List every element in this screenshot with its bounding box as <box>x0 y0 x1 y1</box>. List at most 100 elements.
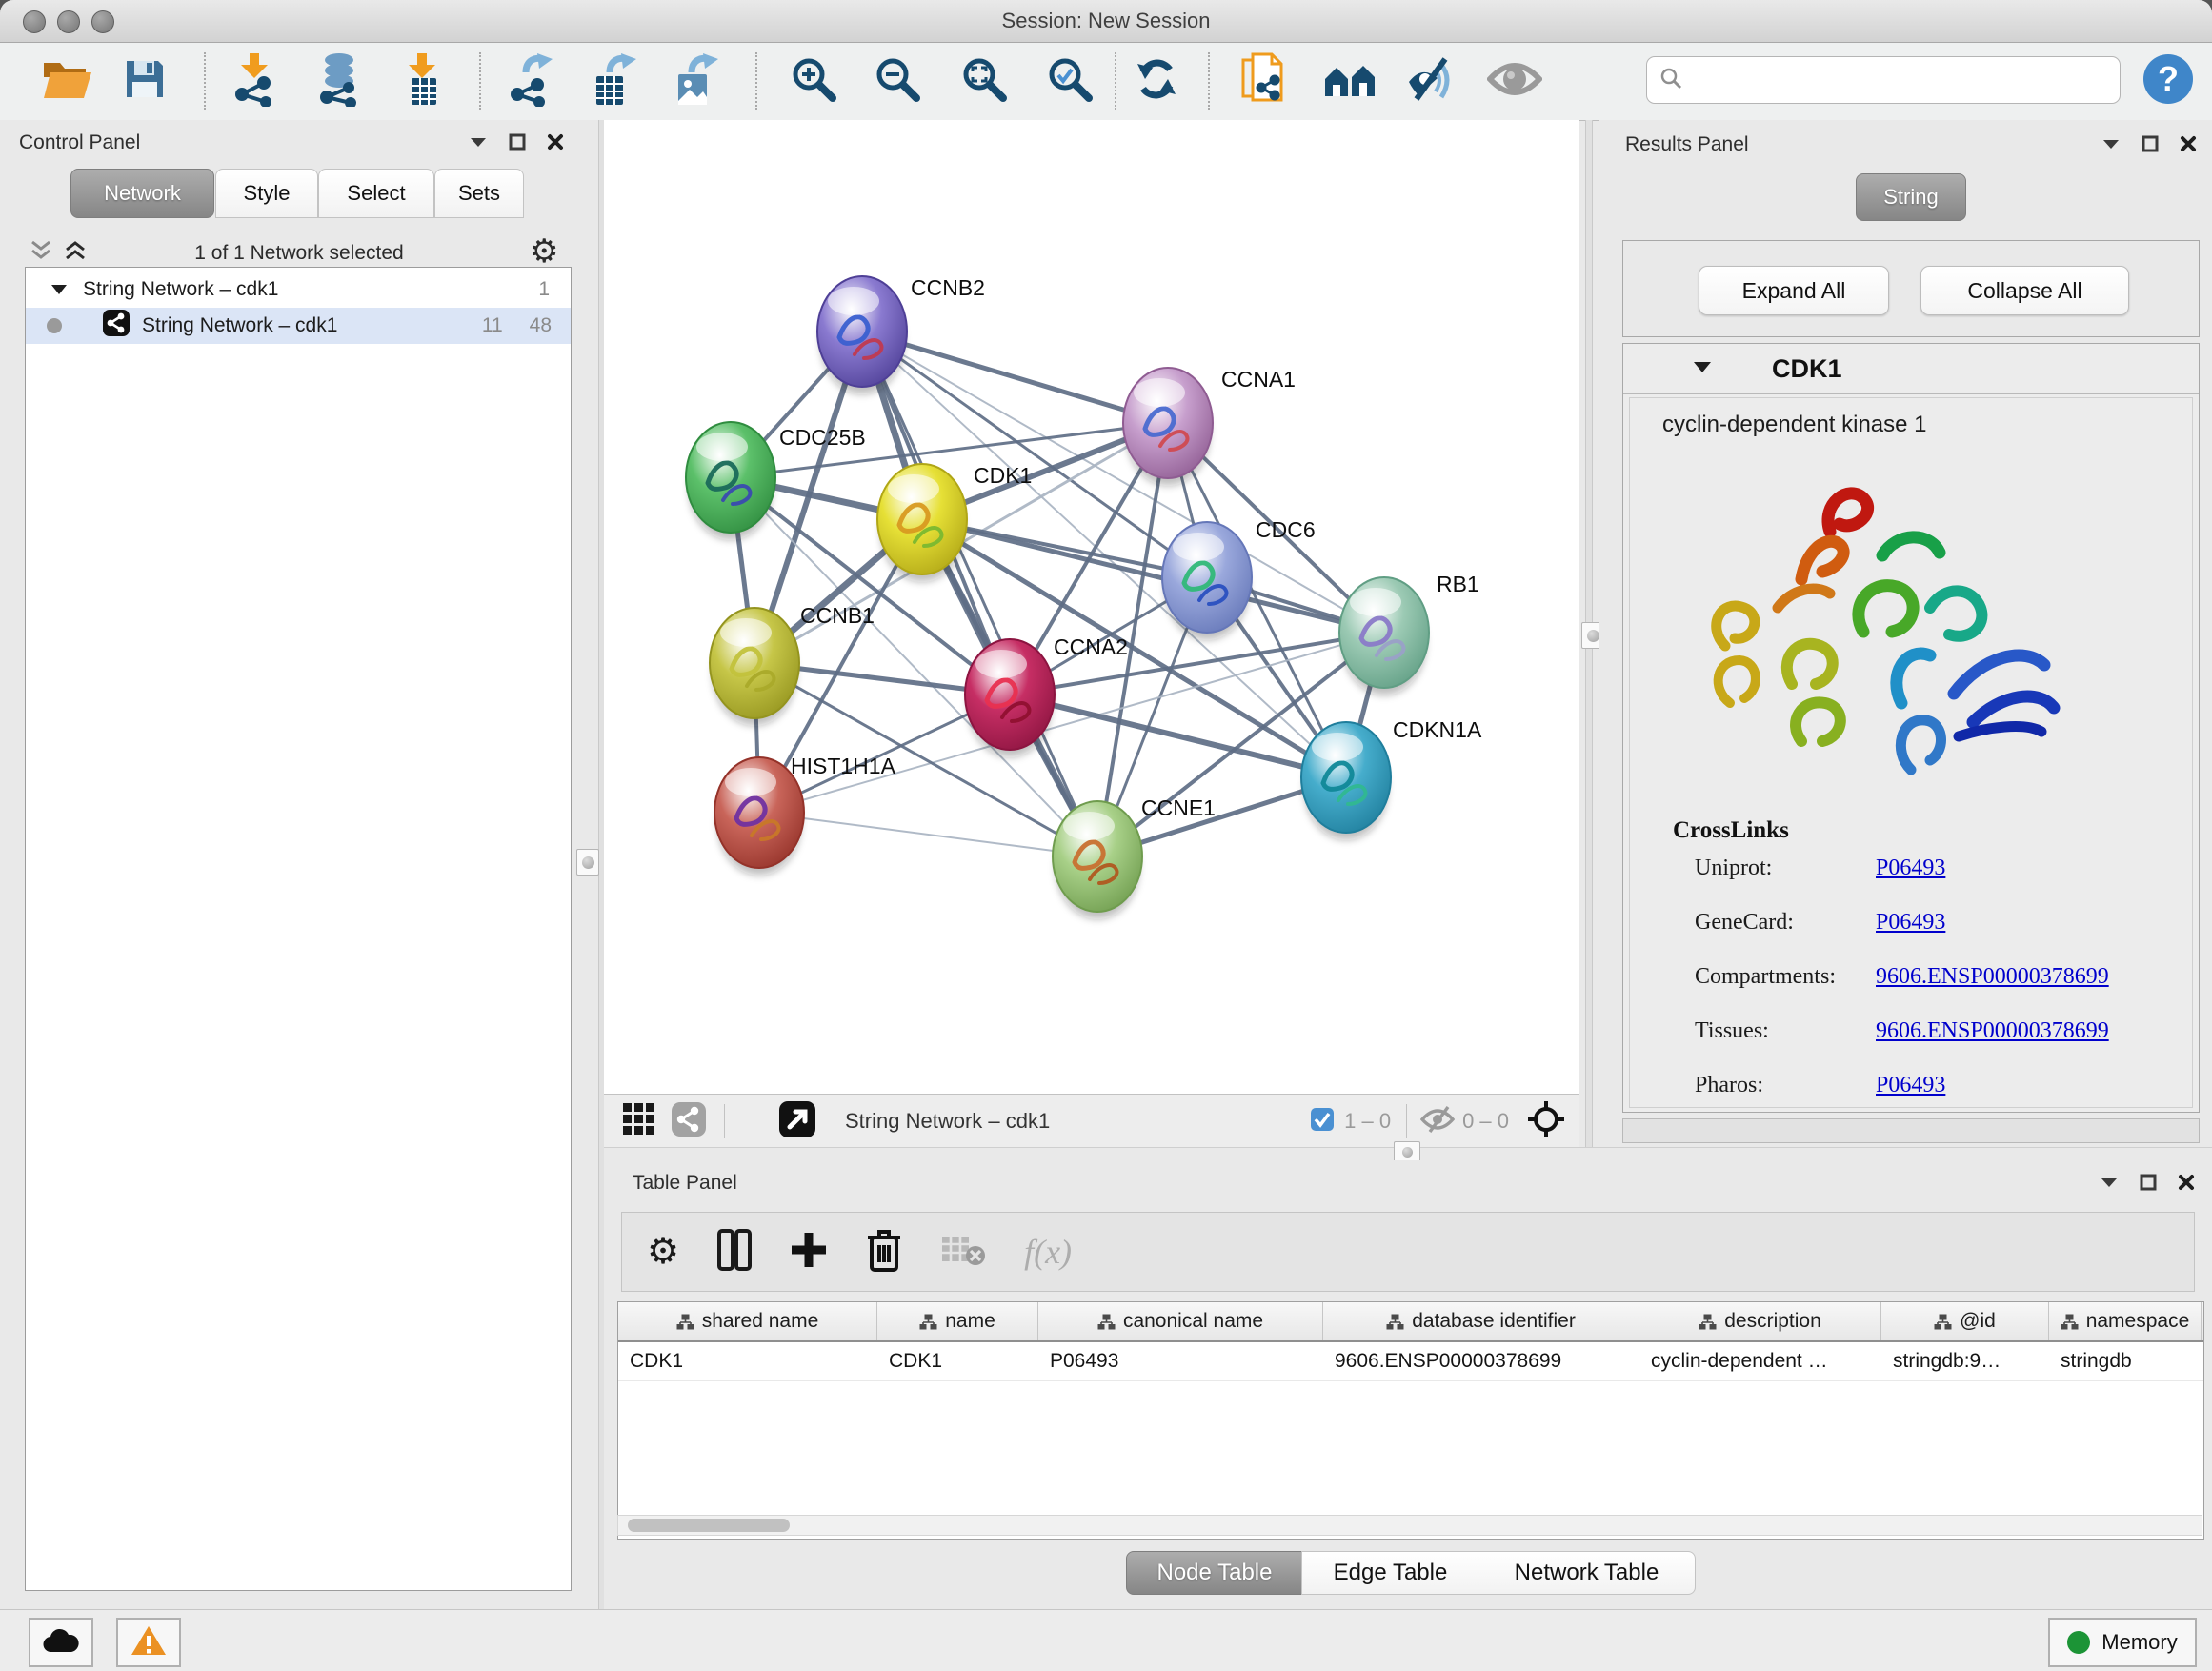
tab-string-results[interactable]: String <box>1856 173 1966 221</box>
column-header-description[interactable]: description <box>1639 1302 1881 1340</box>
network-options-gear-icon[interactable]: ⚙ <box>530 232 558 271</box>
network-node-RB1[interactable]: RB1 <box>1339 572 1479 695</box>
toolbar-search-field[interactable] <box>1646 56 2121 104</box>
collapse-panel-icon[interactable] <box>2100 1176 2119 1194</box>
network-canvas[interactable]: CCNB2CCNA1CDC25BCDK1CDC6RB1CCNB1CCNA2CDK… <box>604 120 1579 1094</box>
clear-table-icon[interactable] <box>940 1233 986 1272</box>
network-edge-HIST1H1A-CCNE1[interactable] <box>759 813 1097 856</box>
tab-style[interactable]: Style <box>215 169 318 218</box>
table-cell[interactable]: CDK1 <box>618 1342 877 1380</box>
string-home-button[interactable] <box>1322 49 1379 113</box>
tab-sets[interactable]: Sets <box>434 169 524 218</box>
network-row-selected[interactable]: String Network – cdk1 11 48 <box>26 308 571 344</box>
string-eye-button[interactable] <box>1486 49 1543 113</box>
hidden-eye-slash-icon[interactable] <box>1420 1105 1455 1138</box>
column-header-namespace[interactable]: namespace <box>2049 1302 2202 1340</box>
close-panel-icon[interactable] <box>2180 135 2197 157</box>
zoom-in-button[interactable] <box>785 49 842 113</box>
network-edge-CCNB2-CCNE1[interactable] <box>862 332 1097 856</box>
network-type-icon[interactable] <box>671 1101 707 1142</box>
zoom-out-button[interactable] <box>869 49 926 113</box>
table-cell[interactable]: P06493 <box>1038 1342 1323 1380</box>
tab-node-table[interactable]: Node Table <box>1126 1551 1303 1595</box>
zoom-selected-button[interactable] <box>1041 49 1098 113</box>
column-header-name[interactable]: name <box>877 1302 1038 1340</box>
save-session-button[interactable] <box>116 49 173 113</box>
network-collection-row[interactable]: String Network – cdk1 1 <box>26 272 571 308</box>
tab-select[interactable]: Select <box>318 169 434 218</box>
network-node-CDKN1A[interactable]: CDKN1A <box>1301 717 1482 840</box>
network-node-CCNE1[interactable]: CCNE1 <box>1053 795 1216 919</box>
column-header--id[interactable]: @id <box>1881 1302 2049 1340</box>
column-header-database-identifier[interactable]: database identifier <box>1323 1302 1639 1340</box>
memory-button[interactable]: Memory <box>2048 1618 2197 1667</box>
import-database-button[interactable] <box>311 49 368 113</box>
float-panel-icon[interactable] <box>509 133 526 155</box>
show-columns-icon[interactable] <box>717 1229 752 1276</box>
float-panel-icon[interactable] <box>2142 135 2159 157</box>
add-column-icon[interactable] <box>790 1231 828 1274</box>
collapse-panel-icon[interactable] <box>2101 137 2121 155</box>
table-horizontal-scrollbar[interactable] <box>617 1515 2202 1536</box>
crosslink-value-link[interactable]: P06493 <box>1876 910 1945 936</box>
column-header-canonical-name[interactable]: canonical name <box>1038 1302 1323 1340</box>
open-session-button[interactable] <box>38 49 95 113</box>
results-scroll-strip[interactable] <box>1622 1118 2200 1143</box>
network-edge-CCNB2-CCNA1[interactable] <box>862 332 1168 423</box>
table-settings-gear-icon[interactable]: ⚙ <box>647 1234 679 1270</box>
import-table-button[interactable] <box>394 49 452 113</box>
export-network-button[interactable] <box>503 49 560 113</box>
collapse-panel-icon[interactable] <box>469 135 488 153</box>
results-entry-header[interactable]: CDK1 <box>1623 344 2199 394</box>
search-input[interactable] <box>1683 67 2097 93</box>
warning-status-button[interactable] <box>116 1618 181 1667</box>
string-eye-slash-button[interactable] <box>1402 49 1459 113</box>
splitter-handle[interactable] <box>1394 1141 1420 1162</box>
help-button[interactable]: ? <box>2140 49 2197 113</box>
cloud-status-button[interactable] <box>29 1618 93 1667</box>
float-panel-icon[interactable] <box>2140 1174 2157 1196</box>
string-import-button[interactable] <box>1238 49 1296 113</box>
expand-all-button[interactable]: Expand All <box>1699 266 1889 315</box>
table-cell[interactable]: cyclin-dependent … <box>1639 1342 1881 1380</box>
tab-edge-table[interactable]: Edge Table <box>1301 1551 1479 1595</box>
crosslink-value-link[interactable]: 9606.ENSP00000378699 <box>1876 964 2109 990</box>
network-node-CCNB2[interactable]: CCNB2 <box>817 275 985 394</box>
table-cell[interactable]: stringdb <box>2049 1342 2202 1380</box>
fit-selected-crosshair-icon[interactable] <box>1526 1099 1566 1144</box>
table-cell[interactable]: 9606.ENSP00000378699 <box>1323 1342 1639 1380</box>
tab-network[interactable]: Network <box>70 169 214 218</box>
selected-checkbox-icon[interactable] <box>1310 1107 1335 1137</box>
network-node-CDK1[interactable]: CDK1 <box>877 463 1032 582</box>
splitter-handle[interactable] <box>576 849 599 876</box>
export-image-button[interactable] <box>667 49 724 113</box>
network-graph[interactable]: CCNB2CCNA1CDC25BCDK1CDC6RB1CCNB1CCNA2CDK… <box>604 120 1579 1094</box>
function-builder-icon[interactable]: f(x) <box>1024 1232 1072 1272</box>
open-in-window-icon[interactable] <box>778 1100 816 1143</box>
export-table-button[interactable] <box>585 49 642 113</box>
close-panel-icon[interactable] <box>547 133 564 155</box>
import-network-button[interactable] <box>227 49 284 113</box>
entry-collapse-icon[interactable] <box>1692 359 1713 378</box>
network-node-HIST1H1A[interactable]: HIST1H1A <box>714 754 896 876</box>
birdseye-grid-icon[interactable] <box>621 1101 657 1142</box>
tree-expand-icon[interactable] <box>50 278 68 301</box>
zoom-fit-button[interactable] <box>955 49 1013 113</box>
table-cell[interactable]: stringdb:9… <box>1881 1342 2049 1380</box>
tab-network-table[interactable]: Network Table <box>1478 1551 1696 1595</box>
crosslink-value-link[interactable]: P06493 <box>1876 1073 1945 1098</box>
refresh-button[interactable] <box>1128 49 1185 113</box>
close-panel-icon[interactable] <box>2178 1174 2195 1196</box>
table-row[interactable]: CDK1CDK1P064939606.ENSP00000378699cyclin… <box>618 1342 2203 1381</box>
network-edge-RB1-HIST1H1A[interactable] <box>759 633 1384 813</box>
delete-column-trash-icon[interactable] <box>866 1228 902 1277</box>
network-node-CDC25B[interactable]: CDC25B <box>686 422 866 540</box>
scrollbar-thumb[interactable] <box>628 1519 790 1532</box>
network-node-CCNA1[interactable]: CCNA1 <box>1123 367 1296 486</box>
crosslink-value-link[interactable]: P06493 <box>1876 856 1945 881</box>
network-node-CCNA2[interactable]: CCNA2 <box>965 634 1128 757</box>
collapse-all-button[interactable]: Collapse All <box>1920 266 2129 315</box>
column-header-shared-name[interactable]: shared name <box>618 1302 877 1340</box>
network-node-CCNB1[interactable]: CCNB1 <box>710 603 875 726</box>
table-cell[interactable]: CDK1 <box>877 1342 1038 1380</box>
